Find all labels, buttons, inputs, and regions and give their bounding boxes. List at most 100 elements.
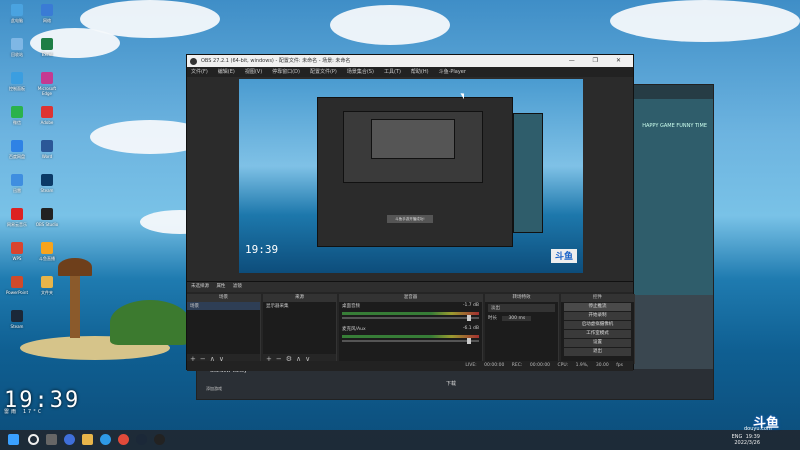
desktop-icon[interactable]: 网易云音乐 <box>4 208 30 227</box>
desktop-icon-label: Microsoft Edge <box>37 86 57 96</box>
desktop-icon[interactable]: Steam <box>34 174 60 193</box>
virtual-camera-button[interactable]: 启动虚拟摄像机 <box>564 321 631 329</box>
desktop-icon[interactable]: 微信 <box>4 106 30 125</box>
desktop-icon[interactable]: OBS Studio <box>34 208 60 227</box>
cloud <box>610 0 800 42</box>
scene-item[interactable]: 场景 <box>187 302 260 310</box>
volume-slider[interactable] <box>342 338 479 344</box>
desktop-app-icon <box>11 276 23 288</box>
menu-item[interactable]: 视图(V) <box>245 67 262 77</box>
desktop-icon-label: 文件夹 <box>41 290 53 295</box>
transition-select[interactable]: 淡出 <box>488 304 555 312</box>
start-recording-button[interactable]: 开始录制 <box>564 312 631 320</box>
filters-button[interactable]: 滤镜 <box>233 284 242 289</box>
desktop-icon[interactable]: 此电脑 <box>4 4 30 23</box>
obs-preview[interactable]: 斗鱼手游开播成功! 19:39 斗鱼 <box>239 79 583 273</box>
menu-item[interactable]: 配置文件(P) <box>310 67 337 77</box>
desktop-app-icon <box>11 4 23 16</box>
desktop-app-icon <box>41 276 53 288</box>
menu-item[interactable]: 文件(F) <box>191 67 208 77</box>
desktop-icon-label: Steam <box>40 188 54 193</box>
mixer-dock: 混音器 桌面音频 -1.7 dB 麦克风/Aux -6.1 dB <box>339 294 483 364</box>
island <box>110 300 190 345</box>
search-icon[interactable] <box>28 434 39 445</box>
desktop-icon[interactable]: 百度网盘 <box>4 140 30 159</box>
desktop-icon[interactable]: Steam <box>4 310 30 329</box>
menu-item[interactable]: 斗鱼-Player <box>439 67 466 77</box>
desktop-icon[interactable]: 网络 <box>34 4 60 23</box>
desktop-icon[interactable]: Excel <box>34 38 60 57</box>
cloud <box>330 5 450 45</box>
mixer-channel-name: 桌面音频 -1.7 dB <box>339 302 482 310</box>
obs-title: OBS 27.2.1 (64-bit, windows) - 配置文件: 未命名… <box>201 58 351 64</box>
nested-obs-window-3 <box>371 119 455 159</box>
menu-item[interactable]: 编辑(E) <box>218 67 235 77</box>
launcher-add-game-button[interactable]: 添加游戏 <box>206 386 222 392</box>
scenes-dock: 场景 场景 +−∧∨ <box>187 294 261 364</box>
desktop-app-icon <box>11 174 23 186</box>
obs-window[interactable]: OBS 27.2.1 (64-bit, windows) - 配置文件: 未命名… <box>186 54 635 371</box>
desktop-icon-label: 网络 <box>43 18 51 23</box>
settings-button[interactable]: 设置 <box>564 339 631 347</box>
file-explorer-icon[interactable] <box>82 434 93 445</box>
volume-slider-knob[interactable] <box>467 338 471 344</box>
system-tray[interactable]: ENG 19:39 2022/3/26 <box>732 434 760 446</box>
desktop-icon[interactable]: 文件夹 <box>34 276 60 295</box>
transitions-dock: 转场特效 淡出 时长 300 ms <box>485 294 559 364</box>
preview-logo: 斗鱼 <box>551 249 577 263</box>
desktop-icon[interactable]: 斗鱼直播 <box>34 242 60 261</box>
desktop-icon-label: Steam <box>10 324 24 329</box>
nested-launcher <box>513 113 543 233</box>
properties-button[interactable]: 属性 <box>216 284 225 289</box>
obs-titlebar[interactable]: OBS 27.2.1 (64-bit, windows) - 配置文件: 未命名… <box>187 55 633 67</box>
desktop-icon[interactable]: 回收站 <box>4 38 30 57</box>
mixer-channel-db: -6.1 dB <box>462 326 479 331</box>
desktop-app-icon <box>11 242 23 254</box>
desktop-icon[interactable]: Adobe <box>34 106 60 125</box>
desktop-icon[interactable]: PowerPoint <box>4 276 30 295</box>
mixer-channel-label: 桌面音频 <box>342 304 360 309</box>
mixer-channel-label: 麦克风/Aux <box>342 327 366 332</box>
launcher-download-label[interactable]: 下载 <box>446 380 456 387</box>
obs-menubar: 文件(F) 编辑(E) 视图(V) 停靠窗口(D) 配置文件(P) 场景集合(S) 工具(T… <box>187 67 633 77</box>
volume-slider-knob[interactable] <box>467 315 471 321</box>
source-toolbar: 未选择源 属性 滤镜 <box>187 282 633 292</box>
desktop-app-icon <box>41 242 53 254</box>
desktop-icon[interactable]: 控制面板 <box>4 72 30 91</box>
obs-docks: 未选择源 属性 滤镜 场景 场景 +−∧∨ 来源 显示器采集 +−⚙∧∨ 混音器… <box>187 281 635 371</box>
desktop-app-icon <box>41 72 53 84</box>
windows-start-icon[interactable] <box>8 434 19 445</box>
duration-input[interactable]: 300 ms <box>502 316 532 321</box>
desktop-icon-label: 微信 <box>13 120 21 125</box>
source-item[interactable]: 显示器采集 <box>263 302 336 310</box>
menu-item[interactable]: 工具(T) <box>384 67 401 77</box>
menu-item[interactable]: 帮助(H) <box>411 67 429 77</box>
window-controls[interactable]: — ❐ ✕ <box>569 55 629 67</box>
obs-icon[interactable] <box>154 434 165 445</box>
app-l-icon[interactable] <box>64 434 75 445</box>
steam-icon[interactable] <box>136 434 147 445</box>
task-view-icon[interactable] <box>46 434 57 445</box>
menu-item[interactable]: 停靠窗口(D) <box>272 67 300 77</box>
scenes-dock-title: 场景 <box>187 294 260 302</box>
studio-mode-button[interactable]: 工作室模式 <box>564 330 631 338</box>
desktop-icon[interactable]: 迅雷 <box>4 174 30 193</box>
controls-dock: 控件 停止推流 开始录制 启动虚拟摄像机 工作室模式 设置 退出 <box>561 294 635 364</box>
edge-icon[interactable] <box>100 434 111 445</box>
desktop-icon-label: OBS Studio <box>35 222 59 227</box>
desktop-icon-label: 迅雷 <box>13 188 21 193</box>
controls-dock-title: 控件 <box>561 294 634 302</box>
menu-item[interactable]: 场景集合(S) <box>347 67 374 77</box>
obs-logo-icon <box>190 58 197 65</box>
stop-streaming-button[interactable]: 停止推流 <box>564 303 631 311</box>
exit-button[interactable]: 退出 <box>564 348 631 356</box>
chrome-icon[interactable] <box>118 434 129 445</box>
volume-slider[interactable] <box>342 315 479 321</box>
tray-date[interactable]: 2022/3/26 <box>734 440 760 446</box>
desktop-icon[interactable]: WPS <box>4 242 30 261</box>
desktop-icon[interactable]: Microsoft Edge <box>34 72 60 96</box>
sources-dock-title: 来源 <box>263 294 336 302</box>
desktop-icon-label: Excel <box>41 52 53 57</box>
desktop-icon[interactable]: Word <box>34 140 60 159</box>
desktop-app-icon <box>41 4 53 16</box>
